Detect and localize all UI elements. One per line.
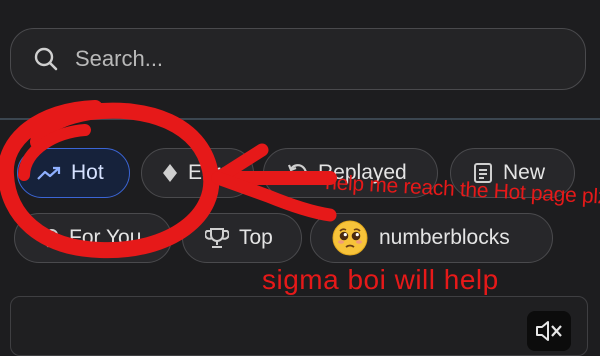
- search-input[interactable]: [73, 45, 537, 73]
- pleading-face-emoji: [331, 219, 369, 257]
- filter-chip-numberblocks[interactable]: numberblocks: [310, 213, 553, 263]
- annotation-text-2: sigma boi will help: [262, 264, 499, 295]
- trophy-icon: [205, 227, 229, 249]
- heart-icon: [37, 228, 59, 248]
- filter-chip-label: For You: [69, 226, 142, 249]
- filter-chip-for-you[interactable]: For You: [14, 213, 172, 263]
- filter-chip-label: Earn: [188, 161, 233, 184]
- replay-icon: [286, 162, 308, 184]
- filter-chip-earn[interactable]: Earn: [141, 148, 254, 198]
- divider: [0, 118, 600, 120]
- search-icon: [34, 47, 58, 71]
- diamond-icon: [162, 163, 178, 183]
- filter-chip-label: Hot: [71, 161, 104, 184]
- filter-chip-label: Top: [239, 226, 273, 249]
- trending-up-icon: [37, 165, 61, 181]
- search-bar[interactable]: [10, 28, 586, 90]
- content-card[interactable]: [10, 296, 588, 356]
- filter-chip-hot[interactable]: Hot: [17, 148, 130, 198]
- mute-button[interactable]: [527, 311, 571, 351]
- filter-chip-top[interactable]: Top: [182, 213, 302, 263]
- filter-chip-label: numberblocks: [379, 226, 510, 249]
- mute-icon: [536, 321, 562, 341]
